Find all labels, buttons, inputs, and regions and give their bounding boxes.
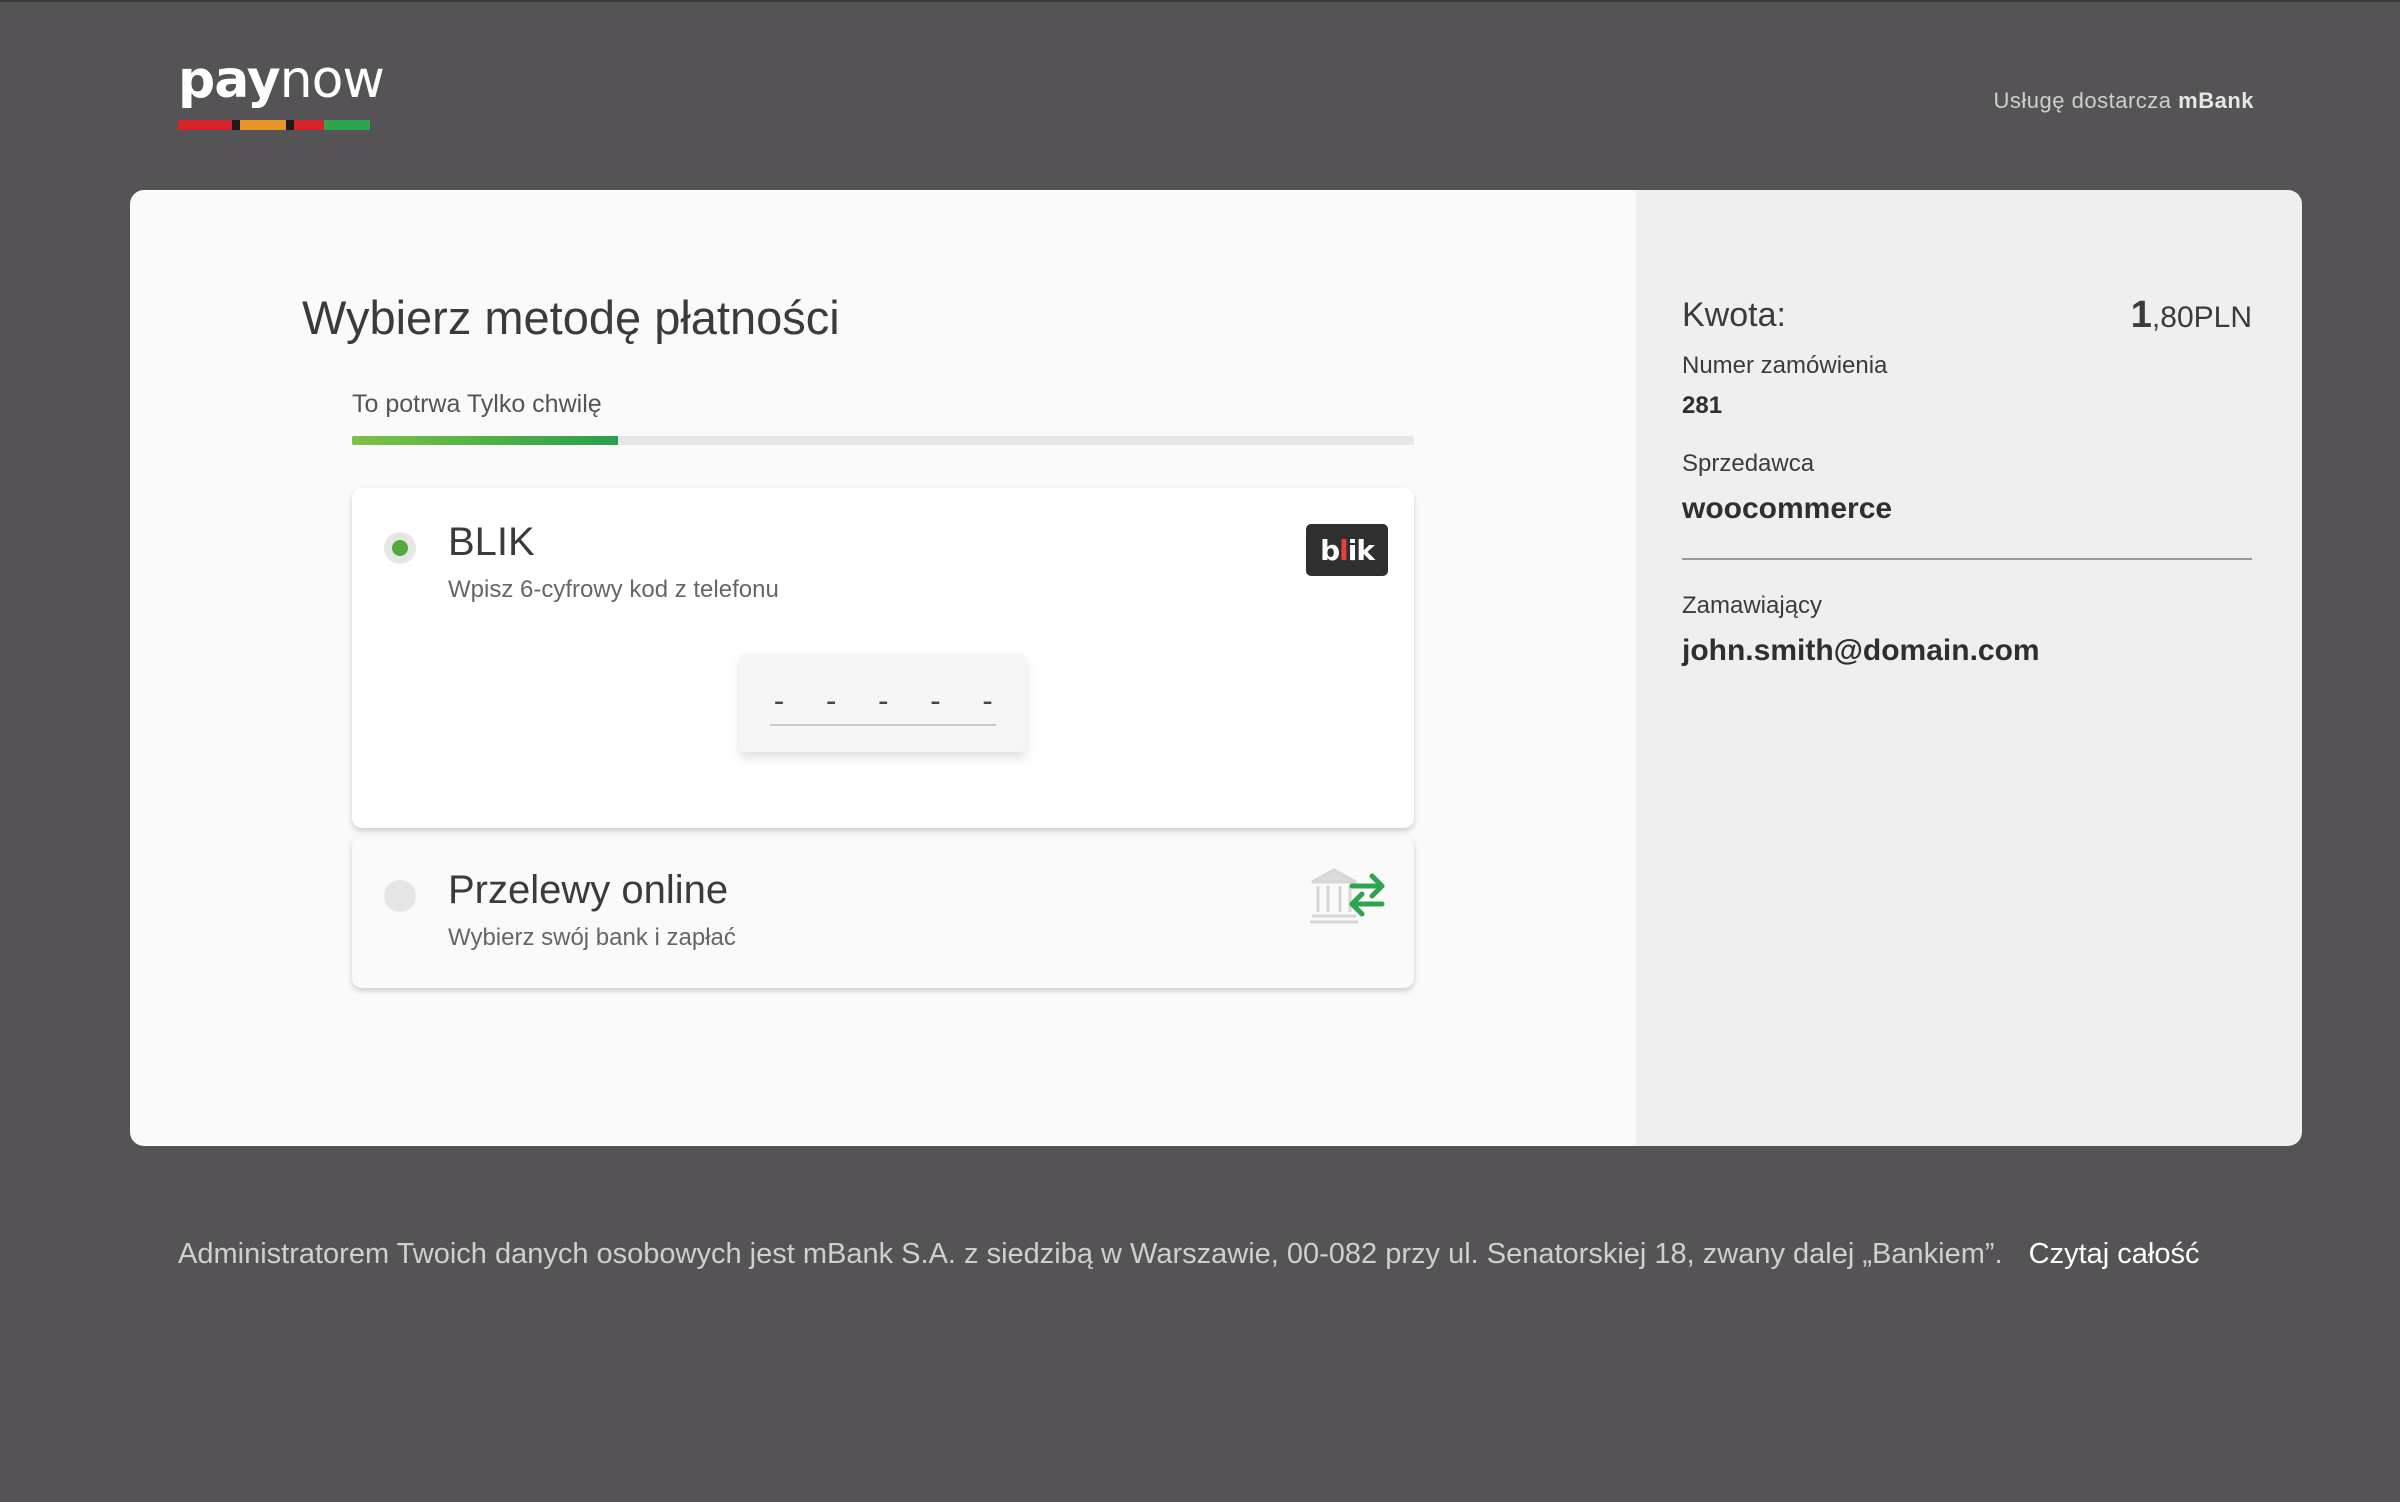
amount-value: 1,80PLN (2131, 294, 2252, 337)
payment-method-blik[interactable]: BLIK Wpisz 6-cyfrowy kod z telefonu b l ik (352, 488, 1414, 828)
progress-label: To potrwa Tylko chwilę (352, 390, 602, 418)
blik-logo-text-ik: ik (1347, 533, 1375, 567)
method-title: Przelewy online (448, 868, 729, 912)
amount-label: Kwota: (1682, 296, 1786, 334)
seller-value: woocommerce (1682, 492, 1893, 525)
blik-logo-icon: b l ik (1306, 524, 1388, 576)
paynow-logo: paynow (178, 50, 385, 130)
logo-text-pay: pay (178, 50, 281, 110)
order-number-value: 281 (1682, 392, 1723, 419)
method-subtitle: Wpisz 6-cyfrowy kod z telefonu (448, 576, 779, 603)
buyer-label: Zamawiający (1682, 592, 1823, 619)
method-subtitle: Wybierz swój bank i zapłać (448, 924, 736, 951)
read-more-link[interactable]: Czytaj całość (2029, 1238, 2200, 1270)
amount-int: 1 (2130, 294, 2152, 336)
payment-method-online-transfer[interactable]: Przelewy online Wybierz swój bank i zapł… (352, 836, 1414, 988)
privacy-footer: Administratorem Twoich danych osobowych … (178, 1238, 2199, 1271)
provider-note: Usługę dostarcza mBank (1994, 88, 2254, 114)
radio-blik[interactable] (384, 532, 416, 564)
progress-bar-fill (352, 436, 618, 445)
progress-bar (352, 436, 1414, 445)
provider-prefix: Usługę dostarcza (1993, 88, 2172, 113)
blik-logo-text-b: b (1320, 533, 1340, 567)
logo-text-now: now (279, 50, 385, 110)
payment-methods-panel: Wybierz metodę płatności To potrwa Tylko… (130, 190, 1636, 1146)
blik-code-box (740, 654, 1026, 752)
radio-online-transfer[interactable] (384, 880, 416, 912)
order-summary-panel: Kwota: 1,80PLN Numer zamówienia 281 Sprz… (1636, 190, 2302, 1146)
privacy-text: Administratorem Twoich danych osobowych … (178, 1238, 2003, 1270)
order-number-label: Numer zamówienia (1682, 352, 1888, 379)
provider-name: mBank (2178, 88, 2254, 113)
page-title: Wybierz metodę płatności (302, 291, 840, 344)
blik-code-input[interactable] (770, 678, 996, 726)
method-title: BLIK (448, 520, 535, 564)
buyer-value: john.smith@domain.com (1682, 634, 2040, 667)
logo-color-bar (178, 120, 370, 130)
payment-card: Wybierz metodę płatności To potrwa Tylko… (130, 190, 2302, 1146)
amount-rest: ,80PLN (2151, 301, 2252, 334)
bank-transfer-icon (1310, 868, 1385, 924)
seller-label: Sprzedawca (1682, 450, 1815, 477)
summary-divider (1682, 558, 2252, 560)
logo-text: paynow (178, 50, 385, 110)
blik-logo-text-l: l (1339, 533, 1349, 567)
